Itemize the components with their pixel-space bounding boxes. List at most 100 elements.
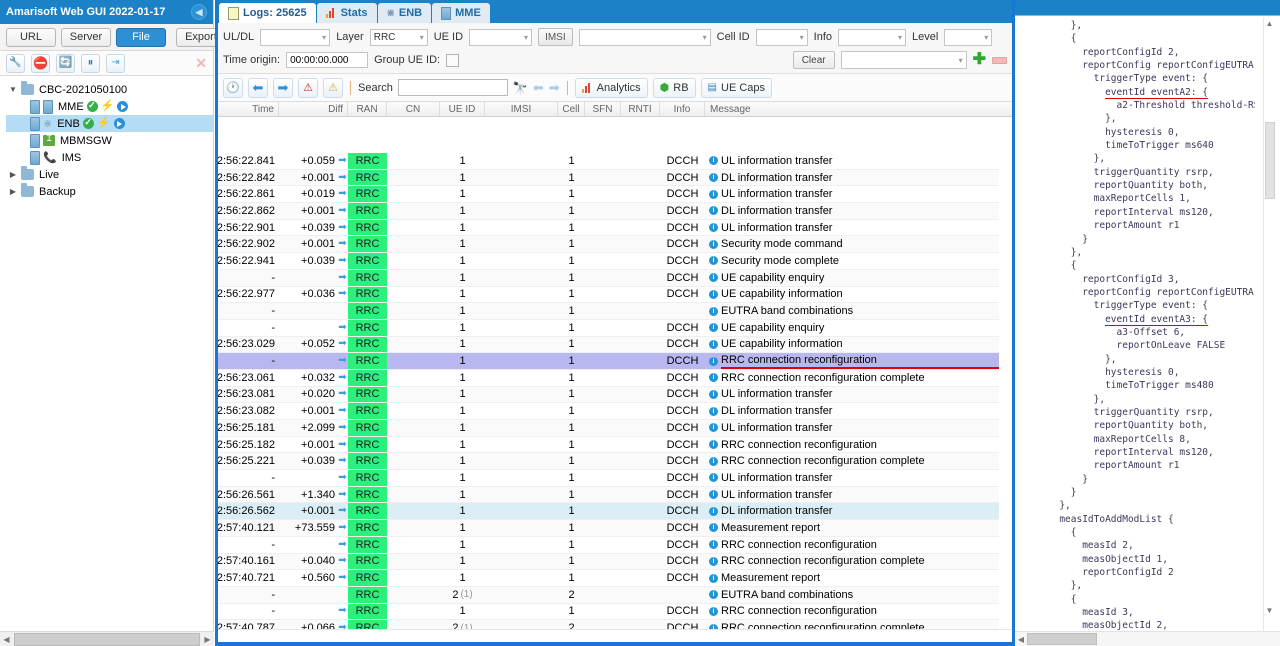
table-row[interactable]: 22:56:23.061 +0.032 ➡ RRC 1 1 DCCH i RRC connect… xyxy=(217,369,999,387)
table-row[interactable]: 22:56:22.902 +0.001 ➡ RRC 1 1 DCCH i Security mo… xyxy=(217,236,999,254)
prev-arrow-icon[interactable]: ⬅ xyxy=(533,80,544,96)
clock-icon[interactable]: 🕐 xyxy=(223,77,243,98)
error-icon[interactable]: ⚠ xyxy=(298,77,318,98)
analytics-button[interactable]: Analytics xyxy=(574,77,648,98)
rb-button[interactable]: ⬢ RB xyxy=(652,77,696,98)
scroll-thumb[interactable] xyxy=(1265,122,1275,199)
plus-icon[interactable]: ✚ xyxy=(973,52,986,68)
col-message[interactable]: Message xyxy=(705,102,1013,116)
left-horizontal-scrollbar[interactable]: ◀ ▶ xyxy=(0,631,214,646)
scroll-up-arrow-icon[interactable]: ▲ xyxy=(1264,19,1275,28)
pause-icon[interactable]: ⏸ xyxy=(81,53,100,73)
table-row[interactable]: - ➡ RRC 1 1 DCCH i RRC connection reconfigurati… xyxy=(217,603,999,621)
table-row[interactable]: 22:56:22.977 +0.036 ➡ RRC 1 1 DCCH i UE capabili… xyxy=(217,286,999,304)
col-ueid[interactable]: UE ID xyxy=(440,102,485,116)
table-row[interactable]: - ➡ RRC 1 1 DCCH i UE capability enquiry xyxy=(217,319,999,337)
chevron-right-icon[interactable]: ▶ xyxy=(8,170,18,179)
search-input[interactable] xyxy=(397,79,508,96)
tab-stats[interactable]: Stats xyxy=(316,3,377,23)
tree-node-backup[interactable]: ▶ Backup xyxy=(6,183,213,200)
tab-enb[interactable]: ⋇ ENB xyxy=(377,3,432,23)
chevron-right-icon[interactable]: ▶ xyxy=(8,187,18,196)
scroll-thumb[interactable] xyxy=(1027,633,1097,645)
play-icon[interactable] xyxy=(117,101,129,112)
col-time[interactable]: Time xyxy=(217,102,279,116)
chevron-down-icon[interactable]: ▼ xyxy=(8,85,18,94)
level-select[interactable]: ▾ xyxy=(944,28,993,46)
table-row[interactable]: 22:57:40.787 +0.066 ➡ RRC 2 (1) 2 DCCH i RRC conn… xyxy=(217,620,999,629)
col-rnti[interactable]: RNTI xyxy=(621,102,660,116)
scroll-down-arrow-icon[interactable]: ▼ xyxy=(1264,606,1275,615)
tree-node-mbmsgw[interactable]: MBMSGW xyxy=(6,132,213,149)
table-row[interactable]: 22:56:23.029 +0.052 ➡ RRC 1 1 DCCH i UE capabili… xyxy=(217,336,999,354)
chevron-left-icon[interactable]: ◀ xyxy=(191,4,207,20)
server-button[interactable]: Server xyxy=(61,27,111,47)
stop-icon[interactable]: ⛔ xyxy=(31,53,50,73)
table-row[interactable]: 22:56:23.082 +0.001 ➡ RRC 1 1 DCCH i DL informat… xyxy=(217,403,999,420)
imsi-button[interactable]: IMSI xyxy=(538,28,573,46)
col-cn[interactable]: CN xyxy=(387,102,440,116)
warning-icon[interactable]: ⚠ xyxy=(323,77,343,98)
scroll-right-arrow-icon[interactable]: ▶ xyxy=(201,635,214,644)
preset-select[interactable]: ▾ xyxy=(840,51,967,69)
ueid-select[interactable]: ▾ xyxy=(469,28,533,46)
message-detail-view[interactable]: }, { reportConfigId 2, reportConfig repo… xyxy=(1025,19,1255,631)
table-row[interactable]: 22:57:40.121 +73.559 ➡ RRC 1 1 DCCH i Measuremen… xyxy=(217,520,999,537)
tree-node-cbc[interactable]: ▼ CBC-2021050100 xyxy=(6,81,213,98)
refresh-icon[interactable]: 🔄 xyxy=(56,53,75,73)
log-table-body[interactable]: 22:56:22.841 +0.059 ➡ RRC 1 1 DCCH i UL informat… xyxy=(217,153,999,629)
forward-arrow-icon[interactable]: ➡ xyxy=(273,77,293,98)
tree-node-mme[interactable]: MME ⚡ xyxy=(6,98,213,115)
tab-mme[interactable]: MME xyxy=(432,3,490,23)
table-row[interactable]: - RRC 2 (1) 2 i EUTRA band combinations xyxy=(217,586,999,604)
table-row[interactable]: 22:57:40.721 +0.560 ➡ RRC 1 1 DCCH i Measurement… xyxy=(217,570,999,587)
back-arrow-icon[interactable]: ⬅ xyxy=(248,77,268,98)
table-row[interactable]: 22:56:22.901 +0.039 ➡ RRC 1 1 DCCH i UL informat… xyxy=(217,219,999,237)
wrench-icon[interactable]: 🔧 xyxy=(6,53,25,73)
table-row[interactable]: 22:56:22.861 +0.019 ➡ RRC 1 1 DCCH i UL informat… xyxy=(217,186,999,204)
scroll-thumb[interactable] xyxy=(14,632,200,646)
play-icon[interactable] xyxy=(113,118,125,129)
table-row[interactable]: 22:56:22.842 +0.001 ➡ RRC 1 1 DCCH i DL informat… xyxy=(217,169,999,187)
imsi-select[interactable]: ▾ xyxy=(578,28,711,46)
group-ue-checkbox[interactable] xyxy=(446,53,460,67)
scroll-left-arrow-icon[interactable]: ◀ xyxy=(0,635,13,644)
clear-button[interactable]: Clear xyxy=(792,51,835,69)
col-info[interactable]: Info xyxy=(660,102,705,116)
table-row[interactable]: 22:56:22.862 +0.001 ➡ RRC 1 1 DCCH i DL informat… xyxy=(217,203,999,220)
table-row[interactable]: 22:56:26.561 +1.340 ➡ RRC 1 1 DCCH i UL informat… xyxy=(217,486,999,504)
col-cell[interactable]: Cell xyxy=(558,102,585,116)
url-button[interactable]: URL xyxy=(6,27,56,47)
table-row[interactable]: 22:57:40.161 +0.040 ➡ RRC 1 1 DCCH i RRC connect… xyxy=(217,553,999,571)
info-select[interactable]: ▾ xyxy=(838,28,906,46)
table-row[interactable]: 22:56:25.182 +0.001 ➡ RRC 1 1 DCCH i RRC connect… xyxy=(217,436,999,454)
col-sfn[interactable]: SFN xyxy=(585,102,621,116)
uldl-select[interactable]: ▾ xyxy=(260,28,331,46)
table-row[interactable]: - ➡ RRC 1 1 DCCH i RRC connection reconfigurati… xyxy=(217,536,999,554)
cellid-select[interactable]: ▾ xyxy=(755,28,808,46)
table-row[interactable]: - RRC 1 1 i EUTRA band combinations xyxy=(217,303,999,320)
scroll-left-arrow-icon[interactable]: ◀ xyxy=(1015,635,1027,644)
table-row[interactable]: - ➡ RRC 1 1 DCCH i UL information transfer xyxy=(217,470,999,487)
file-button[interactable]: File xyxy=(116,27,166,47)
table-row[interactable]: 22:56:25.181 +2.099 ➡ RRC 1 1 DCCH i UL informat… xyxy=(217,420,999,437)
col-ran[interactable]: RAN xyxy=(348,102,387,116)
tab-logs[interactable]: Logs: 25625 xyxy=(219,3,316,23)
table-row[interactable]: 22:56:26.562 +0.001 ➡ RRC 1 1 DCCH i DL informat… xyxy=(217,503,999,521)
plug-icon[interactable]: ⇥ xyxy=(106,53,125,73)
tree-node-ims[interactable]: 📞 IMS xyxy=(6,149,213,166)
table-row[interactable]: - ➡ RRC 1 1 DCCH i UE capability enquiry xyxy=(217,269,999,287)
next-arrow-icon[interactable]: ➡ xyxy=(549,80,560,96)
col-diff[interactable]: Diff xyxy=(279,102,348,116)
table-row[interactable]: - ➡ RRC 1 1 DCCH i RRC connection reconfigurati… xyxy=(217,353,999,370)
ue-caps-button[interactable]: ▤ UE Caps xyxy=(700,77,773,98)
table-row[interactable]: 22:56:22.841 +0.059 ➡ RRC 1 1 DCCH i UL informat… xyxy=(217,153,999,170)
close-x-icon[interactable]: ✕ xyxy=(195,56,207,70)
col-imsi[interactable]: IMSI xyxy=(485,102,558,116)
minus-icon[interactable] xyxy=(992,56,1007,64)
table-row[interactable]: 22:56:23.081 +0.020 ➡ RRC 1 1 DCCH i UL informat… xyxy=(217,386,999,404)
detail-horizontal-scrollbar[interactable]: ◀ xyxy=(1015,631,1280,646)
tree-node-enb[interactable]: ⋇ ENB ⚡ xyxy=(6,115,213,132)
tree-node-live[interactable]: ▶ Live xyxy=(6,166,213,183)
detail-vertical-scrollbar[interactable]: ▲ ▼ xyxy=(1263,17,1275,631)
